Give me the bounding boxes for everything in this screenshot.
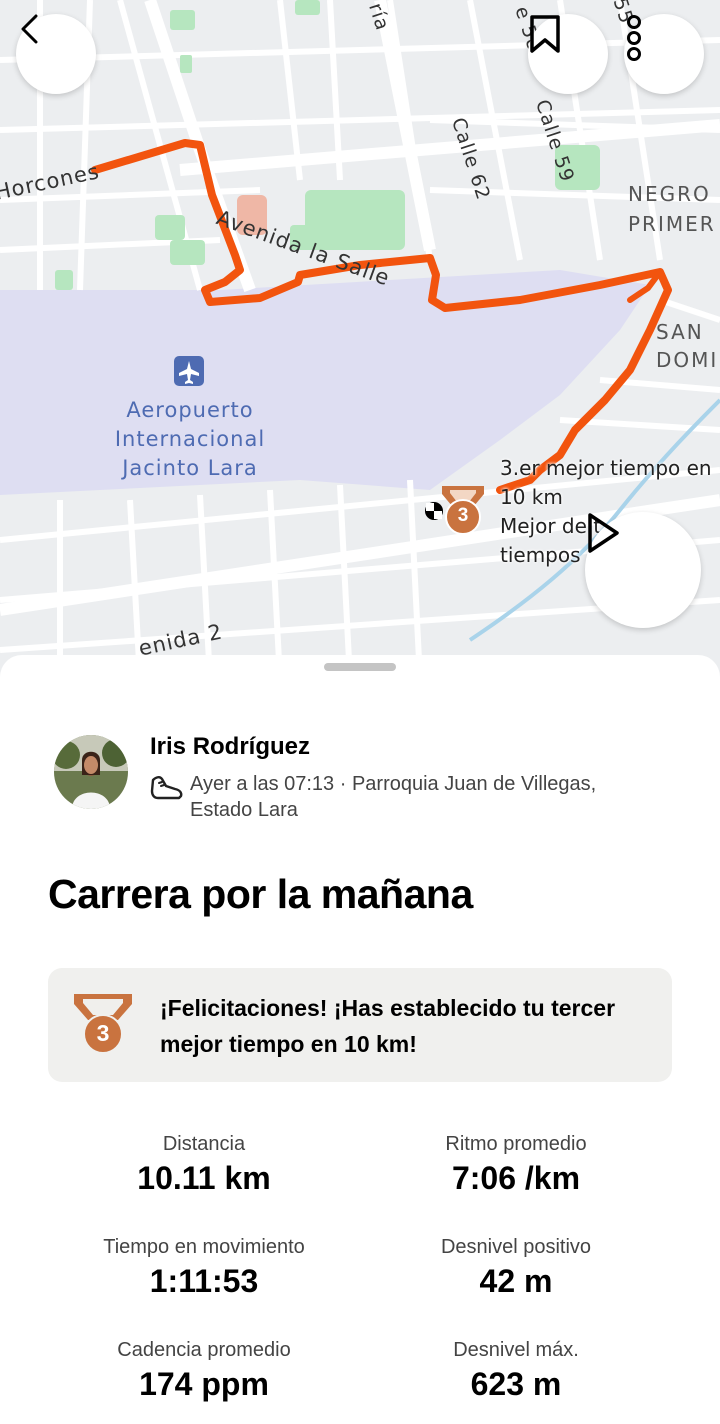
airport-label: Aeropuerto Internacional Jacinto Lara xyxy=(100,396,280,483)
stat-label: Cadencia promedio xyxy=(117,1339,291,1361)
stat-max-elevation: Desnivel máx. 623 m xyxy=(366,1339,666,1403)
airport-label-line: Aeropuerto xyxy=(126,398,254,422)
stat-label: Distancia xyxy=(162,1133,246,1155)
achievement-medal-number: 3 xyxy=(96,1020,110,1046)
avatar[interactable] xyxy=(54,735,128,809)
stat-value: 42 m xyxy=(479,1263,553,1299)
medal-marker-number: 3 xyxy=(457,505,469,526)
airport-label-line: Internacional xyxy=(114,427,266,451)
play-icon xyxy=(588,513,619,553)
airport-label-line: Jacinto Lara xyxy=(122,456,258,480)
play-button[interactable] xyxy=(585,512,701,628)
district-label-line: PRIMER xyxy=(628,212,716,236)
district-label-line: DOMIN xyxy=(656,348,720,372)
activity-sheet: Iris Rodríguez Ayer a las 07:13 · Parroq… xyxy=(0,655,720,1424)
stat-value: 1:11:53 xyxy=(149,1263,259,1299)
stat-value: 7:06 /km xyxy=(451,1160,581,1196)
stat-distance: Distancia 10.11 km xyxy=(54,1133,354,1197)
district-label-line: SAN xyxy=(656,320,704,344)
district-label-santo-domingo: SAN DOMIN xyxy=(656,320,720,372)
stat-value: 10.11 km xyxy=(137,1160,271,1196)
stat-label: Desnivel positivo xyxy=(440,1236,592,1258)
achievement-banner[interactable]: 3 ¡Felicitaciones! ¡Has establecido tu t… xyxy=(48,968,672,1082)
stat-label: Desnivel máx. xyxy=(453,1339,579,1361)
achievement-text: ¡Felicitaciones! ¡Has establecido tu ter… xyxy=(160,995,616,1057)
running-shoe-icon xyxy=(150,776,183,800)
stat-elevation-gain: Desnivel positivo 42 m xyxy=(366,1236,666,1300)
stat-value: 174 ppm xyxy=(139,1366,269,1402)
achievement-medal: 3 xyxy=(72,992,134,1061)
stat-moving-time: Tiempo en movimiento 1:11:53 xyxy=(54,1236,354,1300)
medal-marker[interactable]: 3 xyxy=(440,484,486,536)
district-label-line: NEGRO xyxy=(628,182,711,206)
more-options-button[interactable] xyxy=(624,14,704,94)
back-button[interactable] xyxy=(16,14,96,94)
district-label-negro-primero: NEGRO PRIMER xyxy=(628,182,716,236)
avatar-image xyxy=(54,735,128,809)
stat-label: Ritmo promedio xyxy=(445,1133,587,1155)
pr-callout-line: 3.er mejor tiempo en xyxy=(500,456,712,480)
stat-value: 623 m xyxy=(470,1366,562,1402)
chevron-left-icon xyxy=(21,14,38,44)
stat-label: Tiempo en movimiento xyxy=(103,1236,305,1258)
pr-callout-line: 10 km xyxy=(500,485,563,509)
bookmark-icon xyxy=(530,15,560,53)
activity-meta: Ayer a las 07:13 · Parroquia Juan de Vil… xyxy=(190,773,597,821)
sheet-drag-handle[interactable] xyxy=(324,663,396,671)
route-map[interactable]: Horcones Avenida la Salle Calle 62 Calle… xyxy=(0,0,720,680)
bookmark-button[interactable] xyxy=(528,14,608,94)
activity-title: Carrera por la mañana xyxy=(48,871,473,917)
athlete-name[interactable]: Iris Rodríguez xyxy=(150,733,310,761)
stat-avg-cadence: Cadencia promedio 174 ppm xyxy=(54,1339,354,1403)
vertical-dots-icon xyxy=(627,15,641,61)
stat-avg-pace: Ritmo promedio 7:06 /km xyxy=(366,1133,666,1197)
